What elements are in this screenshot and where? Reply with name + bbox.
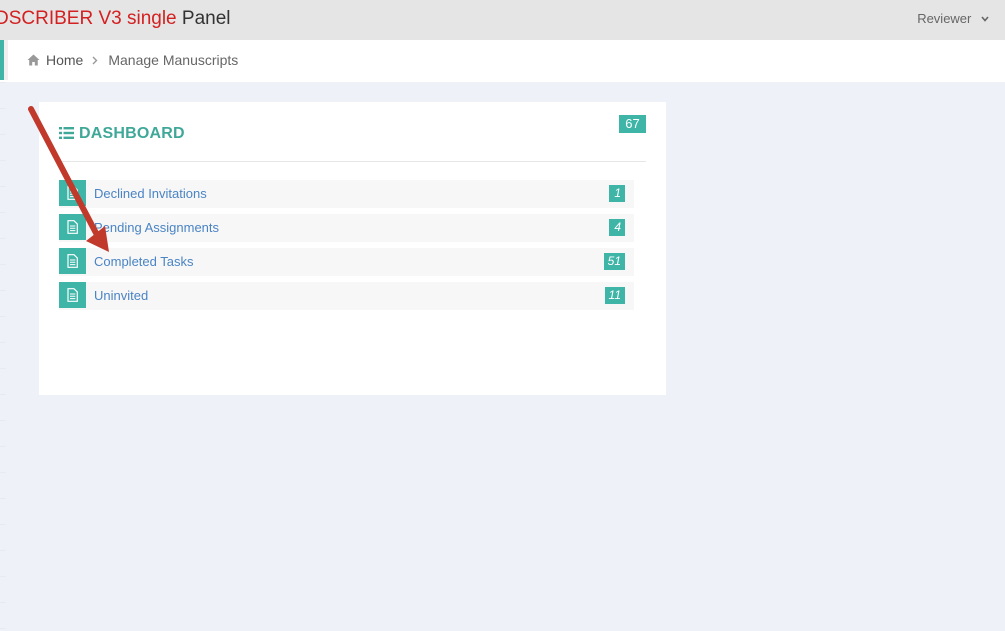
panel-divider [59,161,646,162]
item-count-badge: 11 [604,287,625,304]
document-icon [59,214,86,240]
dashboard-item-completed-tasks[interactable]: Completed Tasks 51 [59,248,634,276]
user-menu[interactable]: Reviewer [917,0,989,40]
item-label[interactable]: Pending Assignments [94,214,219,241]
dashboard-title-text: DASHBOARD [79,125,185,142]
list-icon [59,126,74,139]
left-sidebar-strip [0,82,6,631]
document-icon [59,180,86,206]
app-title-dark: Panel [176,8,231,29]
item-count-badge: 4 [609,219,625,236]
dashboard-item-list: Declined Invitations 1 Pending Assignmen… [59,180,634,316]
top-navbar: DSCRIBER V3 single Panel Reviewer [0,0,1005,40]
breadcrumb: Home Manage Manuscripts [27,40,238,82]
chevron-right-icon [92,41,98,82]
sidebar-toggle-accent [0,40,8,80]
dashboard-title: DASHBOARD [59,125,185,143]
item-count-badge: 1 [609,185,625,202]
breadcrumb-bar: Home Manage Manuscripts [0,40,1005,82]
dashboard-item-declined-invitations[interactable]: Declined Invitations 1 [59,180,634,208]
total-count-badge: 67 [619,115,646,133]
dashboard-panel: DASHBOARD 67 Declined Invitations 1 Pend… [39,102,666,395]
app-title-red: DSCRIBER V3 single [0,8,177,29]
item-label[interactable]: Declined Invitations [94,180,207,207]
document-icon [59,282,86,308]
app-title[interactable]: DSCRIBER V3 single Panel [0,0,231,40]
dashboard-item-uninvited[interactable]: Uninvited 11 [59,282,634,310]
breadcrumb-current: Manage Manuscripts [108,52,239,68]
item-label[interactable]: Completed Tasks [94,248,193,275]
user-role-label: Reviewer [917,11,972,26]
dashboard-item-pending-assignments[interactable]: Pending Assignments 4 [59,214,634,242]
chevron-down-icon [981,1,989,39]
document-icon [59,248,86,274]
breadcrumb-home-link[interactable]: Home [46,52,83,68]
item-label[interactable]: Uninvited [94,282,148,309]
item-count-badge: 51 [603,253,625,270]
home-icon [27,41,40,66]
